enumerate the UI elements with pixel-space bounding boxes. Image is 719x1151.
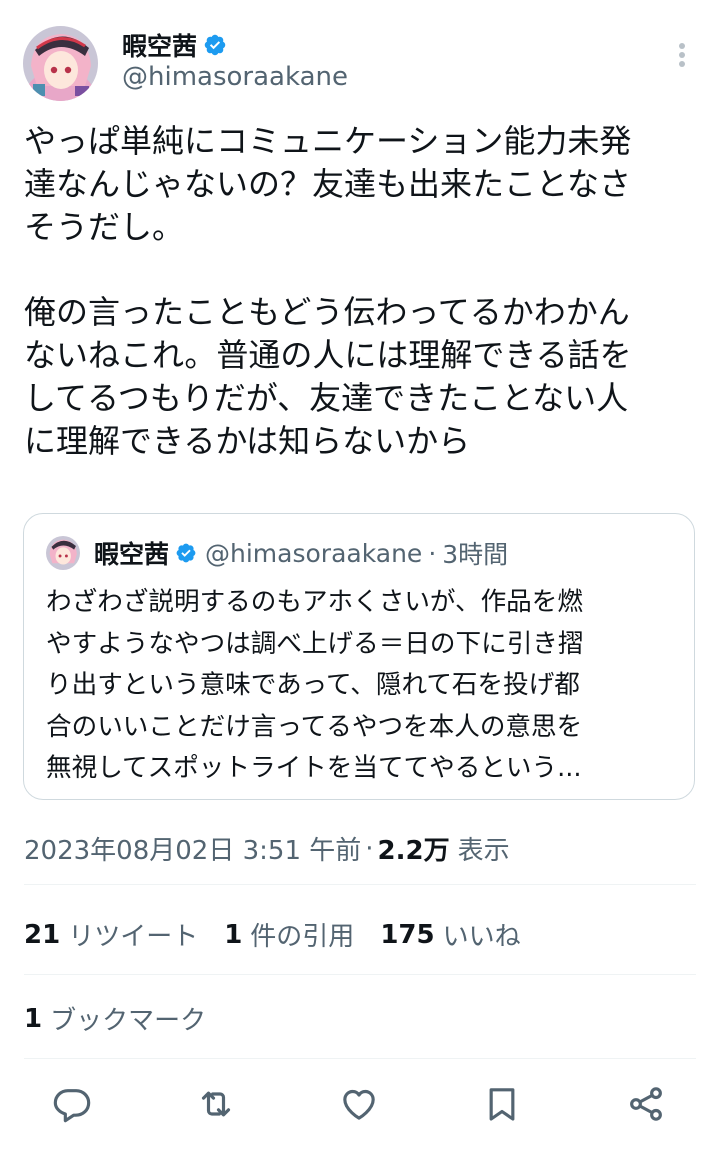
retweets-stat[interactable]: 21 リツイート [24,916,198,953]
quoted-tweet-text: わざわざ説明するのもアホくさいが、作品を燃 やすようなやつは調べ上げる＝日の下に… [46,587,584,784]
like-icon[interactable] [339,1084,379,1124]
retweets-count: 21 [24,919,61,950]
divider [24,1058,696,1059]
likes-count: 175 [380,919,435,950]
quoted-tweet-header: 暇空茜 @himasoraakane · 3時間 [46,536,508,570]
quoted-avatar-image [46,536,80,570]
quoted-separator: · [428,538,437,568]
likes-label: いいね [442,922,521,952]
quotes-stat[interactable]: 1 件の引用 [224,916,354,953]
verified-badge-icon [204,34,226,56]
verified-badge-icon [176,543,196,563]
retweets-label: リツイート [68,922,199,952]
reply-icon[interactable] [52,1084,92,1124]
tweet-stats: 21 リツイート 1 件の引用 175 いいね [24,916,547,953]
avatar[interactable] [23,26,98,101]
quoted-timestamp: 3時間 [442,540,509,569]
action-bar [0,1084,719,1126]
quoted-avatar [46,536,80,570]
tweet-timestamp[interactable]: 2023年08月02日 3:51 午前 [24,830,361,867]
author-handle[interactable]: @himasoraakane [122,62,348,92]
tweet-meta: 2023年08月02日 3:51 午前 · 2.2万 表示 [24,830,510,867]
quotes-count: 1 [224,919,243,950]
quoted-handle: @himasoraakane [205,538,423,568]
divider [24,884,696,885]
bookmarks-label: ブックマーク [50,1006,207,1036]
more-dot [679,61,685,67]
quotes-label: 件の引用 [250,922,355,952]
views-count[interactable]: 2.2万 [378,830,450,867]
retweet-icon[interactable] [196,1084,236,1124]
bookmarks-stat[interactable]: 1 ブックマーク [24,1000,206,1037]
more-dot [679,52,685,58]
divider [24,974,696,975]
more-dot [679,43,685,49]
views-label: 表示 [457,836,510,866]
author-display-name[interactable]: 暇空茜 [122,27,197,63]
more-options-icon[interactable] [672,40,692,72]
meta-separator: · [365,833,374,864]
avatar-image [23,26,98,101]
bookmark-icon[interactable] [482,1084,522,1124]
author-name-row[interactable]: 暇空茜 [122,28,227,62]
tweet-text: やっぱ単純にコミュニケーション能力未発 達なんじゃないの？友達も出来たことなさ … [24,122,632,460]
bookmarks-count: 1 [24,1003,43,1034]
quoted-tweet[interactable]: 暇空茜 @himasoraakane · 3時間 わざわざ説明するのもアホくさい… [23,513,695,800]
share-icon[interactable] [626,1084,666,1124]
quoted-display-name: 暇空茜 [94,540,170,569]
likes-stat[interactable]: 175 いいね [380,916,520,953]
